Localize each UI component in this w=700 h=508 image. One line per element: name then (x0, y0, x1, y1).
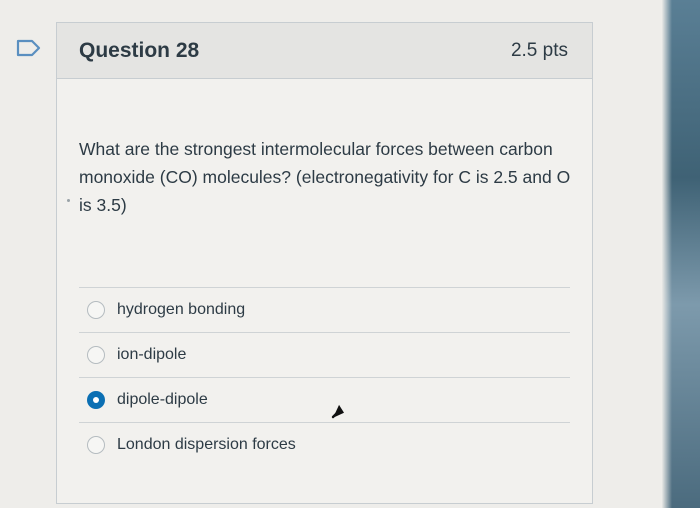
mouse-pointer-icon (331, 404, 345, 419)
radio-button[interactable] (87, 301, 105, 319)
question-header: Question 28 2.5 pts (57, 23, 592, 79)
answer-label[interactable]: hydrogen bonding (117, 301, 245, 319)
answer-option-london-dispersion[interactable]: London dispersion forces (79, 422, 570, 467)
answer-list: hydrogen bonding ion-dipole dipole-dipol… (79, 287, 570, 467)
answer-label[interactable]: ion-dipole (117, 346, 186, 364)
answer-label[interactable]: dipole-dipole (117, 391, 208, 409)
question-points: 2.5 pts (510, 39, 568, 61)
radio-button-selected[interactable] (87, 391, 105, 409)
stray-dot (67, 199, 70, 202)
answer-label[interactable]: London dispersion forces (117, 436, 296, 454)
question-title: Question 28 (79, 38, 200, 62)
answer-option-dipole-dipole[interactable]: dipole-dipole (79, 377, 570, 422)
question-body: What are the strongest intermolecular fo… (57, 79, 592, 467)
answer-option-hydrogen-bonding[interactable]: hydrogen bonding (79, 287, 570, 332)
bookmark-flag-icon[interactable] (16, 39, 42, 57)
question-text: What are the strongest intermolecular fo… (79, 139, 571, 215)
quiz-page: Question 28 2.5 pts What are the stronge… (0, 0, 700, 508)
answer-option-ion-dipole[interactable]: ion-dipole (79, 332, 570, 377)
question-card: Question 28 2.5 pts What are the stronge… (56, 22, 593, 504)
radio-button[interactable] (87, 346, 105, 364)
background-desktop-edge (662, 0, 700, 508)
radio-button[interactable] (87, 436, 105, 454)
